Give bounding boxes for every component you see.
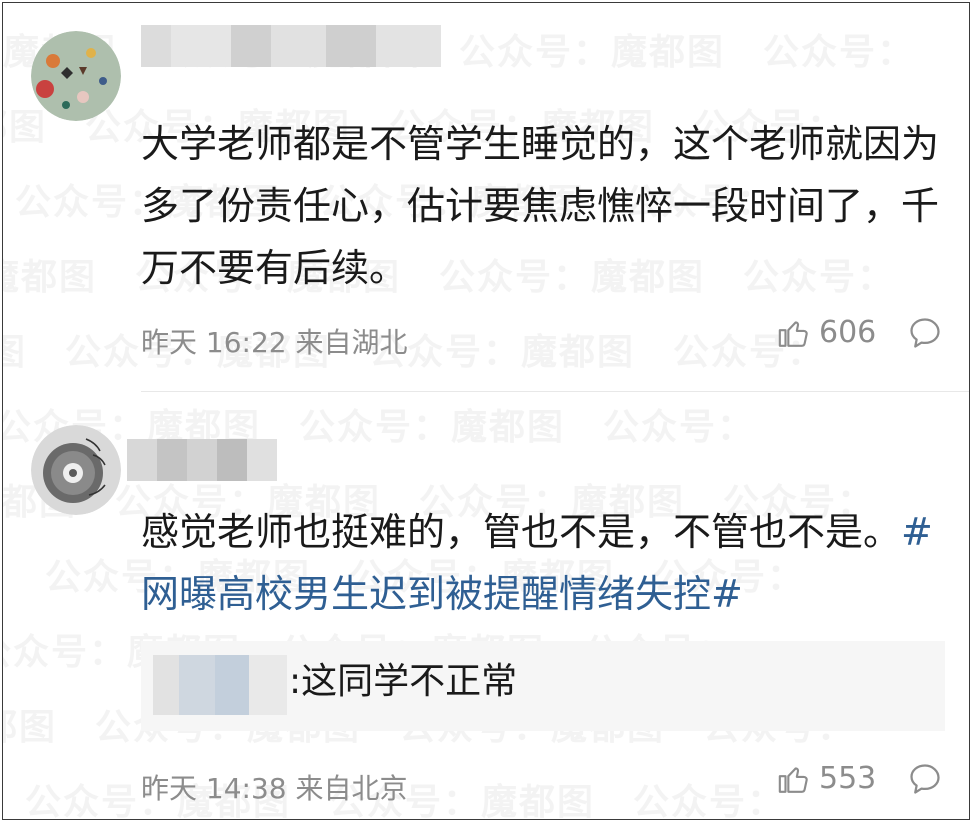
like-button[interactable]: 606 [777, 315, 876, 350]
comment-item: 大学老师都是不管学生睡觉的，这个老师就因为多了份责任心，估计要焦虑憔悴一段时间了… [3, 3, 969, 383]
username-blurred[interactable] [141, 25, 441, 67]
username-blurred[interactable] [127, 439, 277, 481]
like-count: 606 [819, 315, 877, 350]
comment-body: 感觉老师也挺难的，管也不是，不管也不是。 [141, 510, 902, 554]
reply-button[interactable] [907, 315, 943, 355]
avatar[interactable] [31, 425, 121, 515]
screenshot-frame: 魔都图 公众号：魔都图 公众号：魔都图 公众号： 魔都图 公众号：魔都图 公众号… [2, 2, 970, 820]
thumbs-up-icon [778, 766, 808, 793]
like-button[interactable]: 553 [777, 761, 876, 796]
comment-meta: 昨天 14:38 来自北京 [141, 772, 408, 805]
reply-text: :这同学不正常 [289, 661, 518, 702]
comment-divider [141, 391, 969, 392]
thumbs-up-icon [778, 320, 808, 347]
reply-button[interactable] [907, 761, 943, 801]
comment-text: 大学老师都是不管学生睡觉的，这个老师就因为多了份责任心，估计要焦虑憔悴一段时间了… [141, 122, 940, 290]
speech-bubble-icon [910, 764, 940, 794]
speech-bubble-icon [910, 318, 940, 348]
comment-item: 感觉老师也挺难的，管也不是，不管也不是。#网曝高校男生迟到被提醒情绪失控# :这… [3, 393, 969, 819]
comment-text: 感觉老师也挺难的，管也不是，不管也不是。#网曝高校男生迟到被提醒情绪失控# [141, 501, 941, 625]
avatar-image [31, 31, 121, 121]
avatar-image [31, 425, 121, 515]
like-count: 553 [819, 761, 877, 796]
avatar[interactable] [31, 31, 121, 121]
reply-username-blurred[interactable] [153, 655, 287, 715]
reply-preview[interactable]: :这同学不正常 [141, 641, 945, 731]
comment-meta: 昨天 16:22 来自湖北 [141, 326, 408, 359]
